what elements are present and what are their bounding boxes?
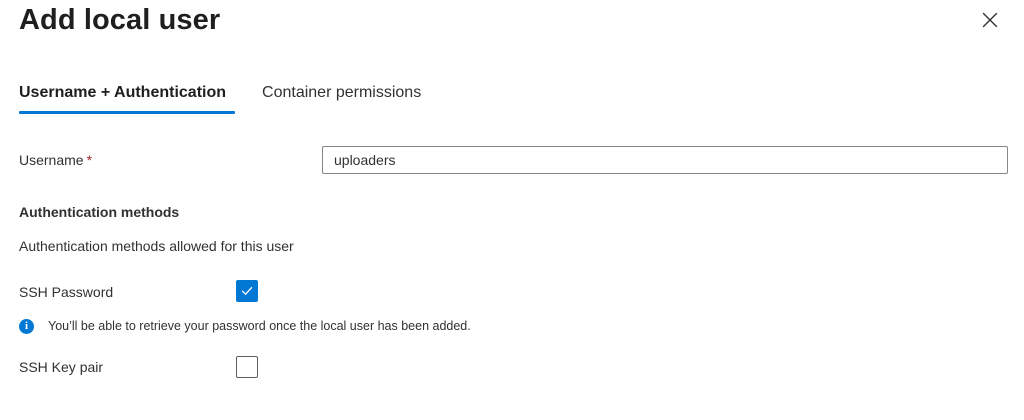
password-info-message: i You’ll be able to retrieve your passwo… <box>19 316 471 336</box>
checkmark-icon <box>241 286 253 295</box>
tab-list: Username + Authentication Container perm… <box>19 80 421 116</box>
required-marker: * <box>86 152 93 168</box>
info-icon: i <box>19 318 34 334</box>
username-label: Username * <box>19 150 92 170</box>
close-icon <box>982 12 998 28</box>
close-button[interactable] <box>976 6 1004 34</box>
ssh-key-pair-checkbox[interactable] <box>236 356 258 378</box>
info-text: You’ll be able to retrieve your password… <box>48 319 471 333</box>
add-local-user-panel: Add local user Username + Authentication… <box>0 0 1024 420</box>
username-label-text: Username <box>19 152 84 168</box>
tab-container-permissions[interactable]: Container permissions <box>262 80 421 116</box>
ssh-password-checkbox[interactable] <box>236 280 258 302</box>
ssh-key-pair-label: SSH Key pair <box>19 359 104 375</box>
authentication-methods-description: Authentication methods allowed for this … <box>19 238 294 254</box>
page-title: Add local user <box>19 4 221 36</box>
ssh-password-label: SSH Password <box>19 284 114 300</box>
tab-username-authentication[interactable]: Username + Authentication <box>19 80 236 116</box>
username-input[interactable] <box>322 146 1008 174</box>
authentication-methods-heading: Authentication methods <box>19 204 180 220</box>
